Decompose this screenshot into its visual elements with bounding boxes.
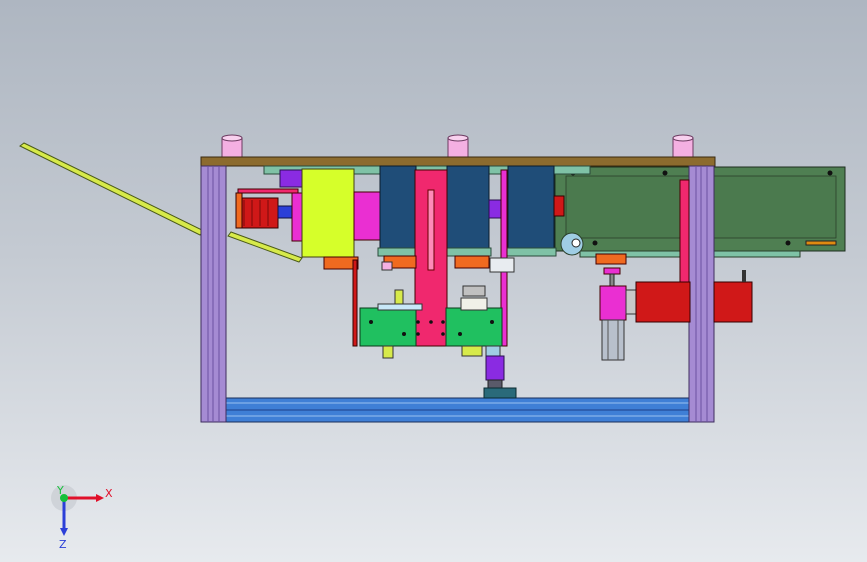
z-axis-label: Z <box>59 538 67 551</box>
top-plate <box>200 156 716 167</box>
y-axis-label: Y <box>56 484 64 497</box>
z-axis-arrow <box>60 528 68 536</box>
frame-left-upright <box>200 165 227 423</box>
machine-drawing: X Y Z <box>19 134 846 551</box>
cad-viewport[interactable]: X Y Z <box>0 0 867 562</box>
frame-right-upright <box>688 165 715 423</box>
navy-carriages <box>377 165 565 257</box>
top-cylinders <box>221 134 694 159</box>
x-axis-arrow <box>96 494 104 502</box>
lower-fixtures <box>381 255 515 273</box>
base-rail <box>225 397 693 423</box>
coordinate-triad: X Y Z <box>51 484 113 551</box>
x-axis-label: X <box>105 487 113 500</box>
motor-assembly <box>235 168 381 270</box>
bottom-actuator <box>483 355 517 399</box>
